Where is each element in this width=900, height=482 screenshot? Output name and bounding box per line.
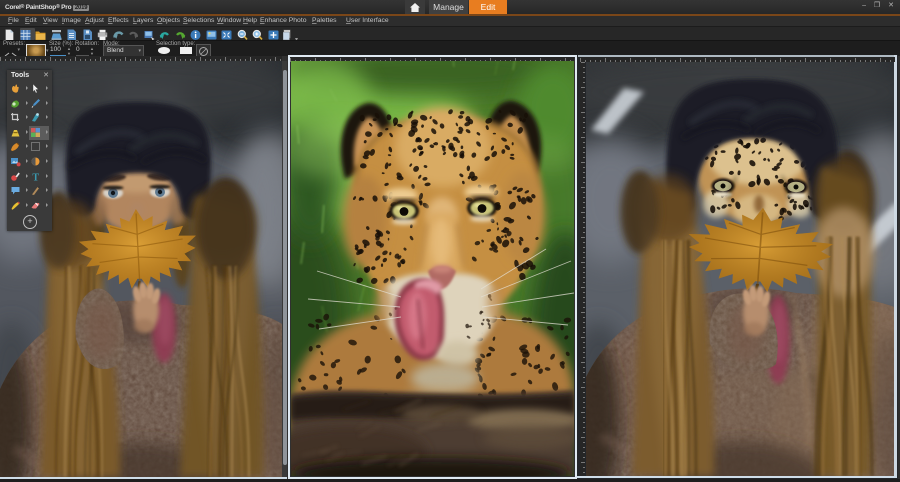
- svg-text:T: T: [32, 172, 39, 182]
